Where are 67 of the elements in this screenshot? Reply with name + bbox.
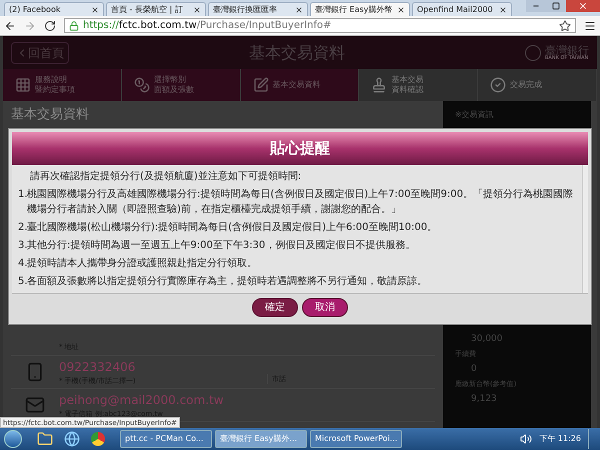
dialog-title: 貼心提醒: [12, 132, 588, 165]
close-icon[interactable]: [397, 6, 405, 14]
sidebar-title: ※交易資訊: [455, 109, 495, 121]
notice-item: 提領時請本人攜帶身分證或護照親赴指定分行領取。: [27, 256, 257, 271]
tab-title: 臺灣銀行 Easy購外幣: [315, 4, 393, 16]
list-number: 4.: [18, 257, 27, 271]
coins-icon: [134, 77, 150, 93]
lock-icon: [69, 20, 79, 30]
tab-title: 臺灣銀行換匯匯率: [213, 4, 278, 16]
confirm-button[interactable]: 確定: [252, 298, 298, 317]
tab-title: 首頁 - 長榮航空 | 訂: [111, 4, 184, 16]
dialog-intro: 請再次確認指定提領分行(及提領航廈)並注意如下可提領時間:: [29, 170, 302, 184]
url-text: https://fctc.bot.com.tw/Purchase/InputBuyerInfo#: [83, 19, 332, 33]
volume-icon[interactable]: [520, 433, 532, 445]
close-icon[interactable]: [91, 6, 99, 14]
amount-value: 30,000: [470, 332, 504, 346]
browser-tab[interactable]: 臺灣銀行換匯匯率: [208, 2, 308, 16]
browser-tab[interactable]: 臺灣銀行 Easy購外幣: [310, 2, 410, 16]
step-label: 基本交易資料: [272, 80, 321, 90]
cancel-button[interactable]: 取消: [302, 298, 348, 317]
browser-tab[interactable]: (2) Facebook: [4, 2, 104, 16]
notice-item: 各面額及張數將以指定提領分行實際庫存為主，提領時若遇調整將不另行通知，敬請原諒。: [27, 274, 427, 289]
folder-icon[interactable]: [37, 431, 53, 447]
browser-tab[interactable]: 首頁 - 長榮航空 | 訂: [106, 2, 206, 16]
tab-title: (2) Facebook: [9, 4, 62, 16]
step-label: 面額及張數: [154, 85, 194, 95]
address-field[interactable]: https://fctc.bot.com.tw/Purchase/InputBuyerInfo#: [64, 18, 576, 33]
menu-icon[interactable]: [584, 20, 596, 32]
list-number: 2.: [18, 222, 27, 235]
step-label: 資料確認: [391, 85, 424, 95]
start-button[interactable]: [4, 430, 22, 448]
clock[interactable]: 下午 11:26: [535, 433, 585, 445]
list-number: 3.: [18, 240, 27, 253]
star-icon[interactable]: [559, 20, 571, 32]
step-label: 選擇幣別: [154, 75, 187, 85]
taskbar-button[interactable]: ptt.cc - PCMan Co...: [120, 430, 212, 448]
scrollbar[interactable]: [582, 165, 588, 293]
check-circle-icon: [490, 77, 506, 93]
list-number: 1.: [18, 189, 27, 202]
step-label: 交易完成: [510, 80, 542, 90]
step-label: 暨約定事項: [35, 85, 75, 95]
step-label: 基本交易: [391, 75, 424, 85]
grid-icon: [15, 77, 31, 93]
mail-icon: [25, 395, 45, 415]
tab-title: Openfind Mail2000: [417, 4, 494, 16]
back-icon[interactable]: [4, 20, 16, 32]
browser-tab[interactable]: Openfind Mail2000: [412, 2, 512, 16]
task-label: ptt.cc - PCMan Co...: [125, 433, 204, 445]
close-icon[interactable]: [499, 6, 507, 14]
task-label: Microsoft PowerPoi...: [315, 433, 398, 445]
amount-value: 9,123: [470, 392, 498, 406]
notice-item: 桃園國際機場分行及高雄國際機場分行:提領時間為每日(含例假日及國定假日)上午7:00至晚間9:00。「提領分行為桃園國際機場分行者請於入關（即證照查驗)前，在指定櫃檯完成提領手續，謝謝您的配合。」: [27, 188, 574, 217]
maximize-icon[interactable]: [552, 2, 560, 10]
taskbar-button[interactable]: Microsoft PowerPoi...: [310, 430, 402, 448]
browser-icon[interactable]: [64, 431, 80, 447]
close-icon[interactable]: [295, 6, 303, 14]
task-label: 臺灣銀行 Easy購外...: [220, 433, 298, 445]
stamp-icon: [371, 77, 388, 93]
list-number: 5.: [18, 275, 27, 289]
amount-value: 0: [470, 362, 478, 376]
notice-item: 其他分行:提領時間為週一至週五上午9:00至下午3:30，例假日及國定假日不提供服務。: [27, 238, 416, 253]
notice-item: 臺北國際機場(松山機場分行):提領時間為每日(含例假日及國定假日)上午6:00至晚間10:00。: [27, 220, 438, 235]
pen-icon: [252, 77, 269, 93]
logo-emblem-icon: [525, 44, 541, 60]
reload-icon[interactable]: [44, 20, 56, 32]
close-icon[interactable]: [193, 6, 201, 14]
step-label: 服務說明: [35, 75, 68, 85]
